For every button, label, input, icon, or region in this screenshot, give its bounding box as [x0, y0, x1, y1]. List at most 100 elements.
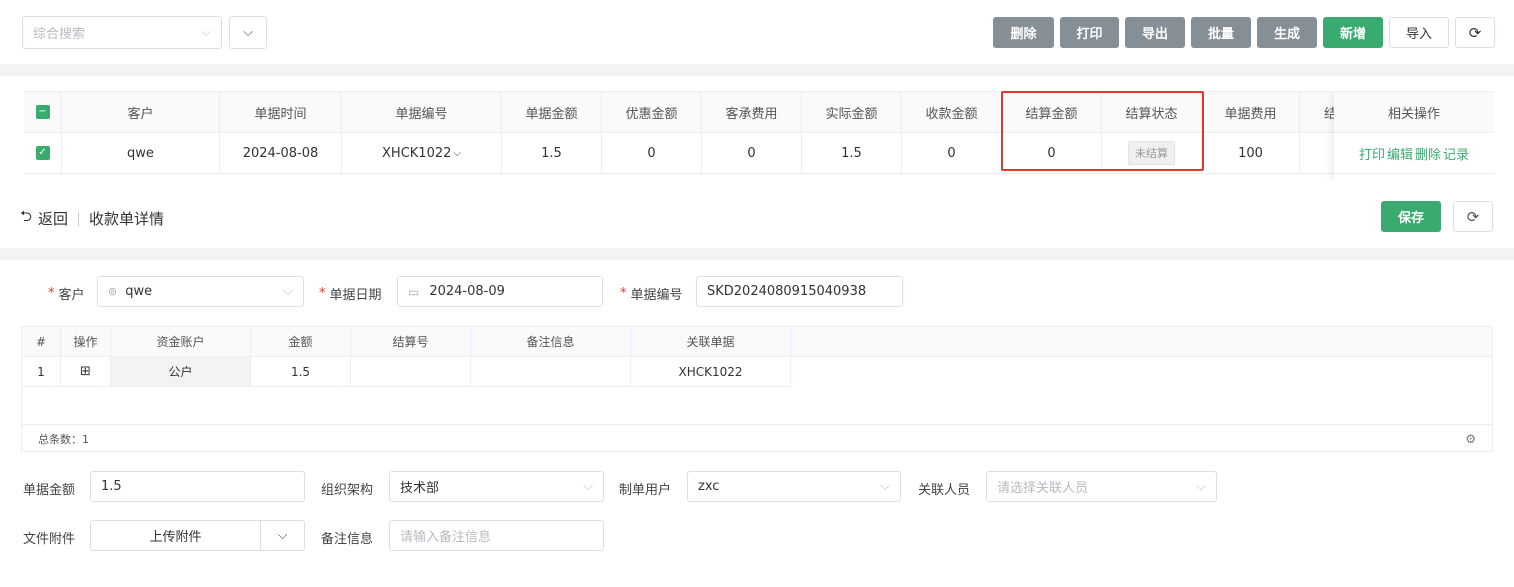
upload-control: 上传附件 ⌵	[90, 520, 305, 551]
actions-column: 相关操作 打印 编辑 删除 记录	[1334, 92, 1494, 181]
back-icon[interactable]: ⮌	[20, 206, 32, 231]
edit-link[interactable]: 编辑	[1387, 144, 1413, 163]
col-header: #	[22, 327, 61, 357]
col-header: 客承费用	[702, 92, 802, 133]
total-count: 总条数：1	[38, 432, 89, 446]
row-checkbox[interactable]: ✓	[24, 133, 62, 174]
table-row[interactable]: 1 ⊞ 公户 1.5 XHCK1022	[22, 357, 791, 387]
chevron-down-icon: ⌵	[453, 147, 461, 159]
refresh-button[interactable]: ⟳	[1453, 201, 1493, 232]
save-button[interactable]: 保存	[1381, 201, 1441, 232]
cell-amount: 1.5	[502, 133, 602, 174]
section-divider	[0, 64, 1514, 76]
generate-button[interactable]: 生成	[1257, 17, 1317, 48]
refresh-icon: ⟳	[1466, 207, 1480, 226]
chevron-down-icon: ⌵	[277, 528, 288, 543]
detail-grid: # 操作 资金账户 金额 结算号 备注信息 关联单据 1 ⊞ 公户 1.5 XH…	[21, 326, 1493, 452]
remark-label: 备注信息	[321, 532, 374, 547]
import-button[interactable]: 导入	[1389, 17, 1449, 48]
customer-label: * 客户	[48, 286, 85, 303]
chevron-down-icon: ⌵	[283, 284, 293, 299]
creator-label: 制单用户	[619, 483, 672, 498]
col-header: 单据编号	[342, 92, 502, 133]
col-header: 资金账户	[111, 327, 251, 357]
date-label: * 单据日期	[319, 286, 382, 303]
related-person-placeholder: 请选择关联人员	[997, 481, 1089, 496]
export-button[interactable]: 导出	[1125, 17, 1185, 48]
gear-icon[interactable]: ⚙	[1465, 432, 1476, 446]
cell-customer: qwe	[62, 133, 220, 174]
record-link[interactable]: 记录	[1443, 144, 1469, 163]
select-all-checkbox[interactable]: −	[24, 92, 62, 133]
plus-square-icon[interactable]: ⊞	[80, 364, 91, 379]
creator-value: zxc	[698, 479, 720, 494]
docno-field[interactable]: SKD2024080915040938	[696, 276, 903, 307]
col-header: 单据费用	[1202, 92, 1300, 133]
batch-button[interactable]: 批量	[1191, 17, 1251, 48]
section-divider	[0, 248, 1514, 260]
customer-select[interactable]: ⊚ qwe ⌵	[97, 276, 304, 307]
upload-button[interactable]: 上传附件	[91, 526, 260, 545]
cell-account[interactable]: 公户	[111, 357, 251, 387]
org-select[interactable]: 技术部 ⌵	[389, 471, 604, 502]
cell-op: ⊞	[61, 357, 111, 387]
checkbox-icon: ✓	[35, 146, 50, 160]
expand-filter-button[interactable]: ⌵	[229, 16, 267, 49]
breadcrumb: ⮌ 返回 收款单详情	[20, 206, 164, 231]
related-person-label: 关联人员	[918, 483, 971, 498]
creator-select[interactable]: zxc ⌵	[687, 471, 901, 502]
row-actions: 打印 编辑 删除 记录	[1334, 133, 1494, 174]
col-header: 结算号	[351, 327, 471, 357]
remark-input[interactable]: 请输入备注信息	[389, 520, 604, 551]
col-header: 客户	[62, 92, 220, 133]
related-person-select[interactable]: 请选择关联人员 ⌵	[986, 471, 1217, 502]
delete-button[interactable]: 删除	[993, 17, 1054, 48]
search-select[interactable]: 综合搜索 ⌵	[22, 16, 222, 49]
org-label: 组织架构	[321, 483, 374, 498]
cell-related-doc[interactable]: XHCK1022	[631, 357, 791, 387]
cell-customer-fee: 0	[702, 133, 802, 174]
upload-dropdown[interactable]: ⌵	[260, 521, 304, 550]
chevron-down-icon: ⌵	[1196, 479, 1206, 494]
cell-index: 1	[22, 357, 61, 387]
calendar-icon: ▭	[408, 284, 420, 299]
col-header: 单据金额	[502, 92, 602, 133]
cell-date: 2024-08-08	[220, 133, 342, 174]
add-button[interactable]: 新增	[1323, 17, 1383, 48]
print-link[interactable]: 打印	[1359, 144, 1385, 163]
page-title: 收款单详情	[89, 210, 165, 228]
col-header: 实际金额	[802, 92, 902, 133]
col-header: 优惠金额	[602, 92, 702, 133]
refresh-button[interactable]: ⟳	[1455, 17, 1495, 48]
cell-doc-no[interactable]: XHCK1022 ⌵	[342, 133, 502, 174]
amount-field[interactable]: 1.5	[90, 471, 305, 502]
col-header: 收款金额	[902, 92, 1002, 133]
refresh-icon: ⟳	[1468, 23, 1482, 42]
doc-no-text: XHCK1022	[382, 145, 452, 161]
chevron-down-icon: ⌵	[201, 25, 211, 40]
col-header: 金额	[251, 327, 351, 357]
chevron-down-icon: ⌵	[583, 479, 593, 494]
col-header: 相关操作	[1334, 92, 1494, 133]
cell-remark[interactable]	[471, 357, 631, 387]
remark-placeholder: 请输入备注信息	[400, 530, 492, 545]
list-grid: − 客户 单据时间 单据编号 单据金额 优惠金额 客承费用 实际金额 收款金额 …	[24, 91, 1494, 181]
cell-received-amount: 0	[902, 133, 1002, 174]
print-button[interactable]: 打印	[1060, 17, 1119, 48]
cell-actual-amount: 1.5	[802, 133, 902, 174]
back-link[interactable]: 返回	[38, 208, 68, 229]
date-picker[interactable]: ▭ 2024-08-09	[397, 276, 603, 307]
col-header: 单据时间	[220, 92, 342, 133]
cell-amount[interactable]: 1.5	[251, 357, 351, 387]
cell-settle-no[interactable]	[351, 357, 471, 387]
delete-link[interactable]: 删除	[1415, 144, 1441, 163]
col-header: 备注信息	[471, 327, 631, 357]
date-value: 2024-08-09	[429, 284, 505, 299]
divider	[78, 211, 80, 226]
amount-label: 单据金额	[23, 483, 76, 498]
grid-footer: 总条数：1 ⚙	[22, 424, 1492, 452]
highlight-box	[1001, 91, 1204, 171]
org-value: 技术部	[400, 481, 440, 496]
col-header: 操作	[61, 327, 111, 357]
chevron-down-icon: ⌵	[243, 25, 253, 40]
